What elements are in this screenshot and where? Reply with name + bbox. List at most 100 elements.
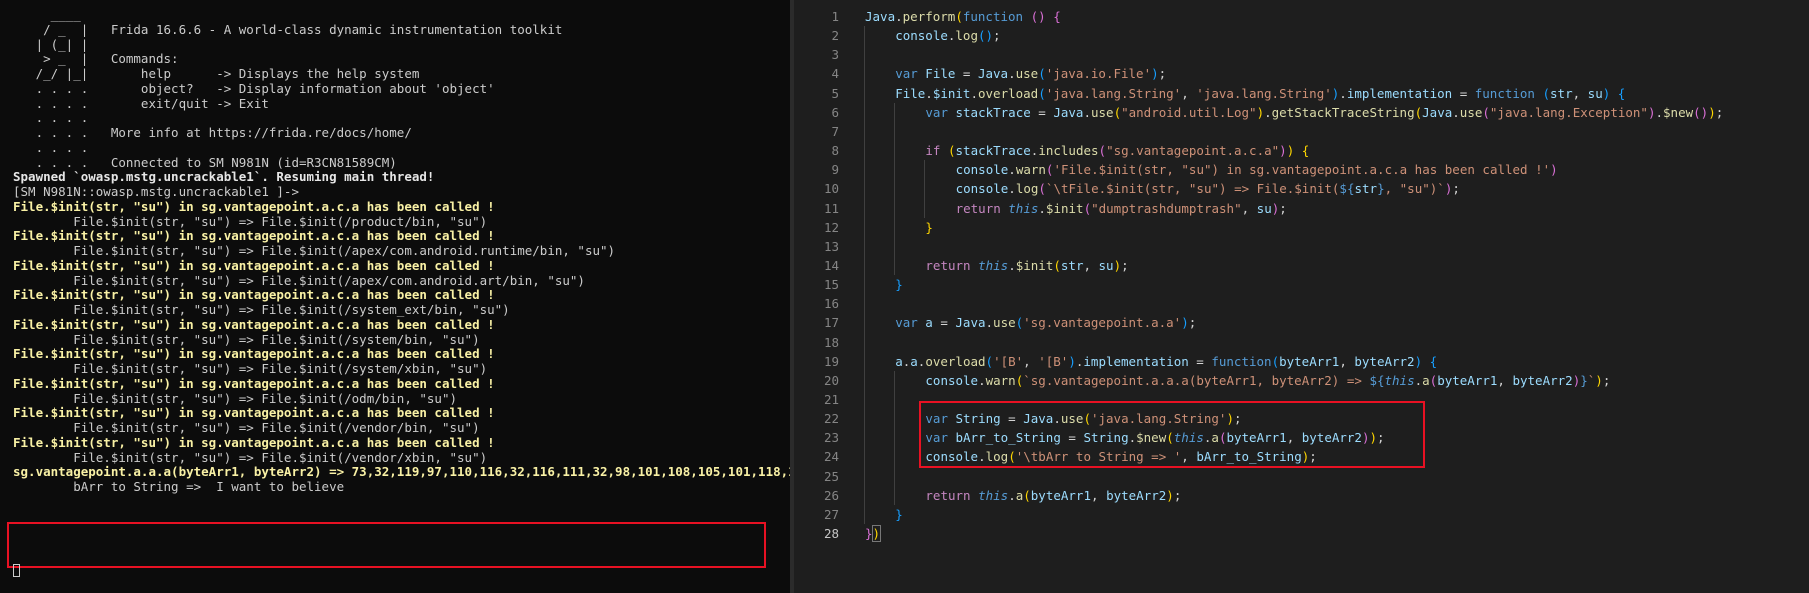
code-token: byteArr1 <box>1279 353 1340 369</box>
terminal-line: bArr to String => I want to believe <box>13 479 345 494</box>
code-token: File <box>895 85 926 101</box>
code-token: . <box>985 315 994 331</box>
code-token: a <box>925 315 933 331</box>
code-line[interactable]: 7 <box>794 122 1809 141</box>
line-number: 27 <box>823 506 839 522</box>
code-token: includes <box>1038 143 1099 159</box>
code-token: = <box>1030 104 1054 120</box>
code-token: } <box>895 277 903 293</box>
code-token: byteArr1 <box>1030 487 1091 503</box>
code-line[interactable]: 16 <box>794 294 1809 313</box>
code-line[interactable]: 15} <box>794 275 1809 294</box>
code-token: ; <box>1121 257 1129 273</box>
code-line[interactable]: 27} <box>794 505 1809 524</box>
line-number: 21 <box>823 392 839 407</box>
code-text: } <box>925 218 933 237</box>
code-text: console.log(`\tFile.$init(str, "su") => … <box>956 179 1460 198</box>
code-line[interactable]: 5 File.$init.overload('java.lang.String',… <box>794 84 1809 103</box>
code-line[interactable]: 26 return this.a(byteArr1, byteArr2); <box>794 486 1809 505</box>
code-token: Java <box>955 315 986 331</box>
code-token: su <box>1587 85 1603 101</box>
screenshot: ____ / _ | Frida 16.6.6 - A world-class … <box>0 0 1809 593</box>
code-token: ${ <box>1339 181 1355 197</box>
code-text: return this.$init("dumptrashdumptrash", … <box>956 199 1287 218</box>
code-token: 'File.$init(str, "su") in sg.vantagepoin… <box>1053 162 1551 178</box>
code-token: ) <box>871 525 882 543</box>
code-line[interactable]: 17 var a = Java.use('sg.vantagepoint.a.a'… <box>794 313 1809 332</box>
line-number: 3 <box>831 47 839 63</box>
code-token: ) <box>1113 257 1122 273</box>
line-number: 5 <box>831 85 839 101</box>
code-line[interactable]: 8 if (stackTrace.includes("sg.vantagepoin… <box>794 141 1809 160</box>
code-token: byteArr2 <box>1106 487 1167 503</box>
code-line[interactable]: 2 console.log(); <box>794 26 1809 45</box>
code-token: { <box>1617 85 1626 101</box>
frida-terminal[interactable]: ____ / _ | Frida 16.6.6 - A world-class … <box>0 0 790 593</box>
line-number: 15 <box>823 277 839 293</box>
code-token: () <box>1693 104 1709 120</box>
code-line[interactable]: 12} <box>794 218 1809 237</box>
line-number: 17 <box>823 315 839 331</box>
code-token: "dumptrashdumptrash" <box>1091 200 1242 216</box>
code-token: $init <box>932 85 971 101</box>
code-token: this <box>1384 372 1415 388</box>
code-token: , <box>1083 257 1099 273</box>
code-line[interactable]: 6 var stackTrace = Java.use("android.util… <box>794 103 1809 122</box>
line-number: 2 <box>831 28 839 44</box>
code-line[interactable]: 1 Java.perform(function () { <box>794 7 1809 26</box>
code-token: ( <box>1023 487 1031 503</box>
line-number: 19 <box>823 353 839 369</box>
code-token: } <box>925 219 933 235</box>
code-token: perform <box>902 9 956 24</box>
code-token: } <box>895 506 903 522</box>
code-text: console.warn('File.$init(str, "su") in s… <box>956 160 1558 179</box>
code-text: return this.$init(str, su); <box>925 256 1128 275</box>
code-token: ) <box>1708 104 1716 120</box>
code-text: console.warn(`sg.vantagepoint.a.a.a(byte… <box>925 371 1610 390</box>
code-line[interactable]: 13 <box>794 237 1809 256</box>
code-token: } <box>1377 181 1385 197</box>
code-line[interactable]: 9 console.warn('File.$init(str, "su") in … <box>794 160 1809 179</box>
code-token: function <box>1211 353 1272 369</box>
code-token: if <box>925 143 941 159</box>
code-line[interactable]: 25 <box>794 467 1809 486</box>
code-token: `\tFile.$init(str, "su") => File.$init( <box>1045 181 1340 197</box>
code-line[interactable]: 11 return this.$init("dumptrashdumptrash"… <box>794 199 1809 218</box>
code-token: su <box>1256 200 1272 216</box>
code-token: 'java.io.File' <box>1045 66 1152 82</box>
code-token: '[B' <box>993 353 1024 369</box>
code-token: () <box>977 28 994 44</box>
code-line[interactable]: 28}) <box>794 524 1809 543</box>
code-line[interactable]: 4 var File = Java.use('java.io.File'); <box>794 64 1809 83</box>
code-token: console <box>925 372 979 388</box>
code-token: . <box>925 85 933 101</box>
code-token: log <box>955 28 978 44</box>
code-token: = <box>932 315 956 331</box>
code-line[interactable]: 14 return this.$init(str, su); <box>794 256 1809 275</box>
code-token: , "su")` <box>1384 181 1445 197</box>
code-token: File <box>925 66 956 82</box>
code-token: byteArr1 <box>1437 372 1498 388</box>
code-token: a <box>1422 372 1430 388</box>
code-line[interactable]: 18 <box>794 333 1809 352</box>
code-token: str <box>1354 181 1378 197</box>
code-token: ${ <box>1369 372 1385 388</box>
code-line[interactable]: 10 console.log(`\tFile.$init(str, "su") =… <box>794 179 1809 198</box>
code-line[interactable]: 3 <box>794 45 1809 64</box>
code-token: ; <box>1173 487 1182 503</box>
code-token: a <box>895 353 903 369</box>
code-editor[interactable]: 1 Java.perform(function () {2 console.log(… <box>794 0 1809 593</box>
code-token: return <box>925 257 971 273</box>
code-token: , <box>1497 372 1513 388</box>
code-token: . <box>1038 200 1046 216</box>
code-token: . <box>895 9 903 24</box>
code-token: Java <box>977 66 1009 82</box>
code-line[interactable]: 20 console.warn(`sg.vantagepoint.a.a.a(by… <box>794 371 1809 390</box>
code-line[interactable]: 19 a.a.overload('[B', '[B').implementatio… <box>794 352 1809 371</box>
code-token: $new <box>1663 104 1694 120</box>
